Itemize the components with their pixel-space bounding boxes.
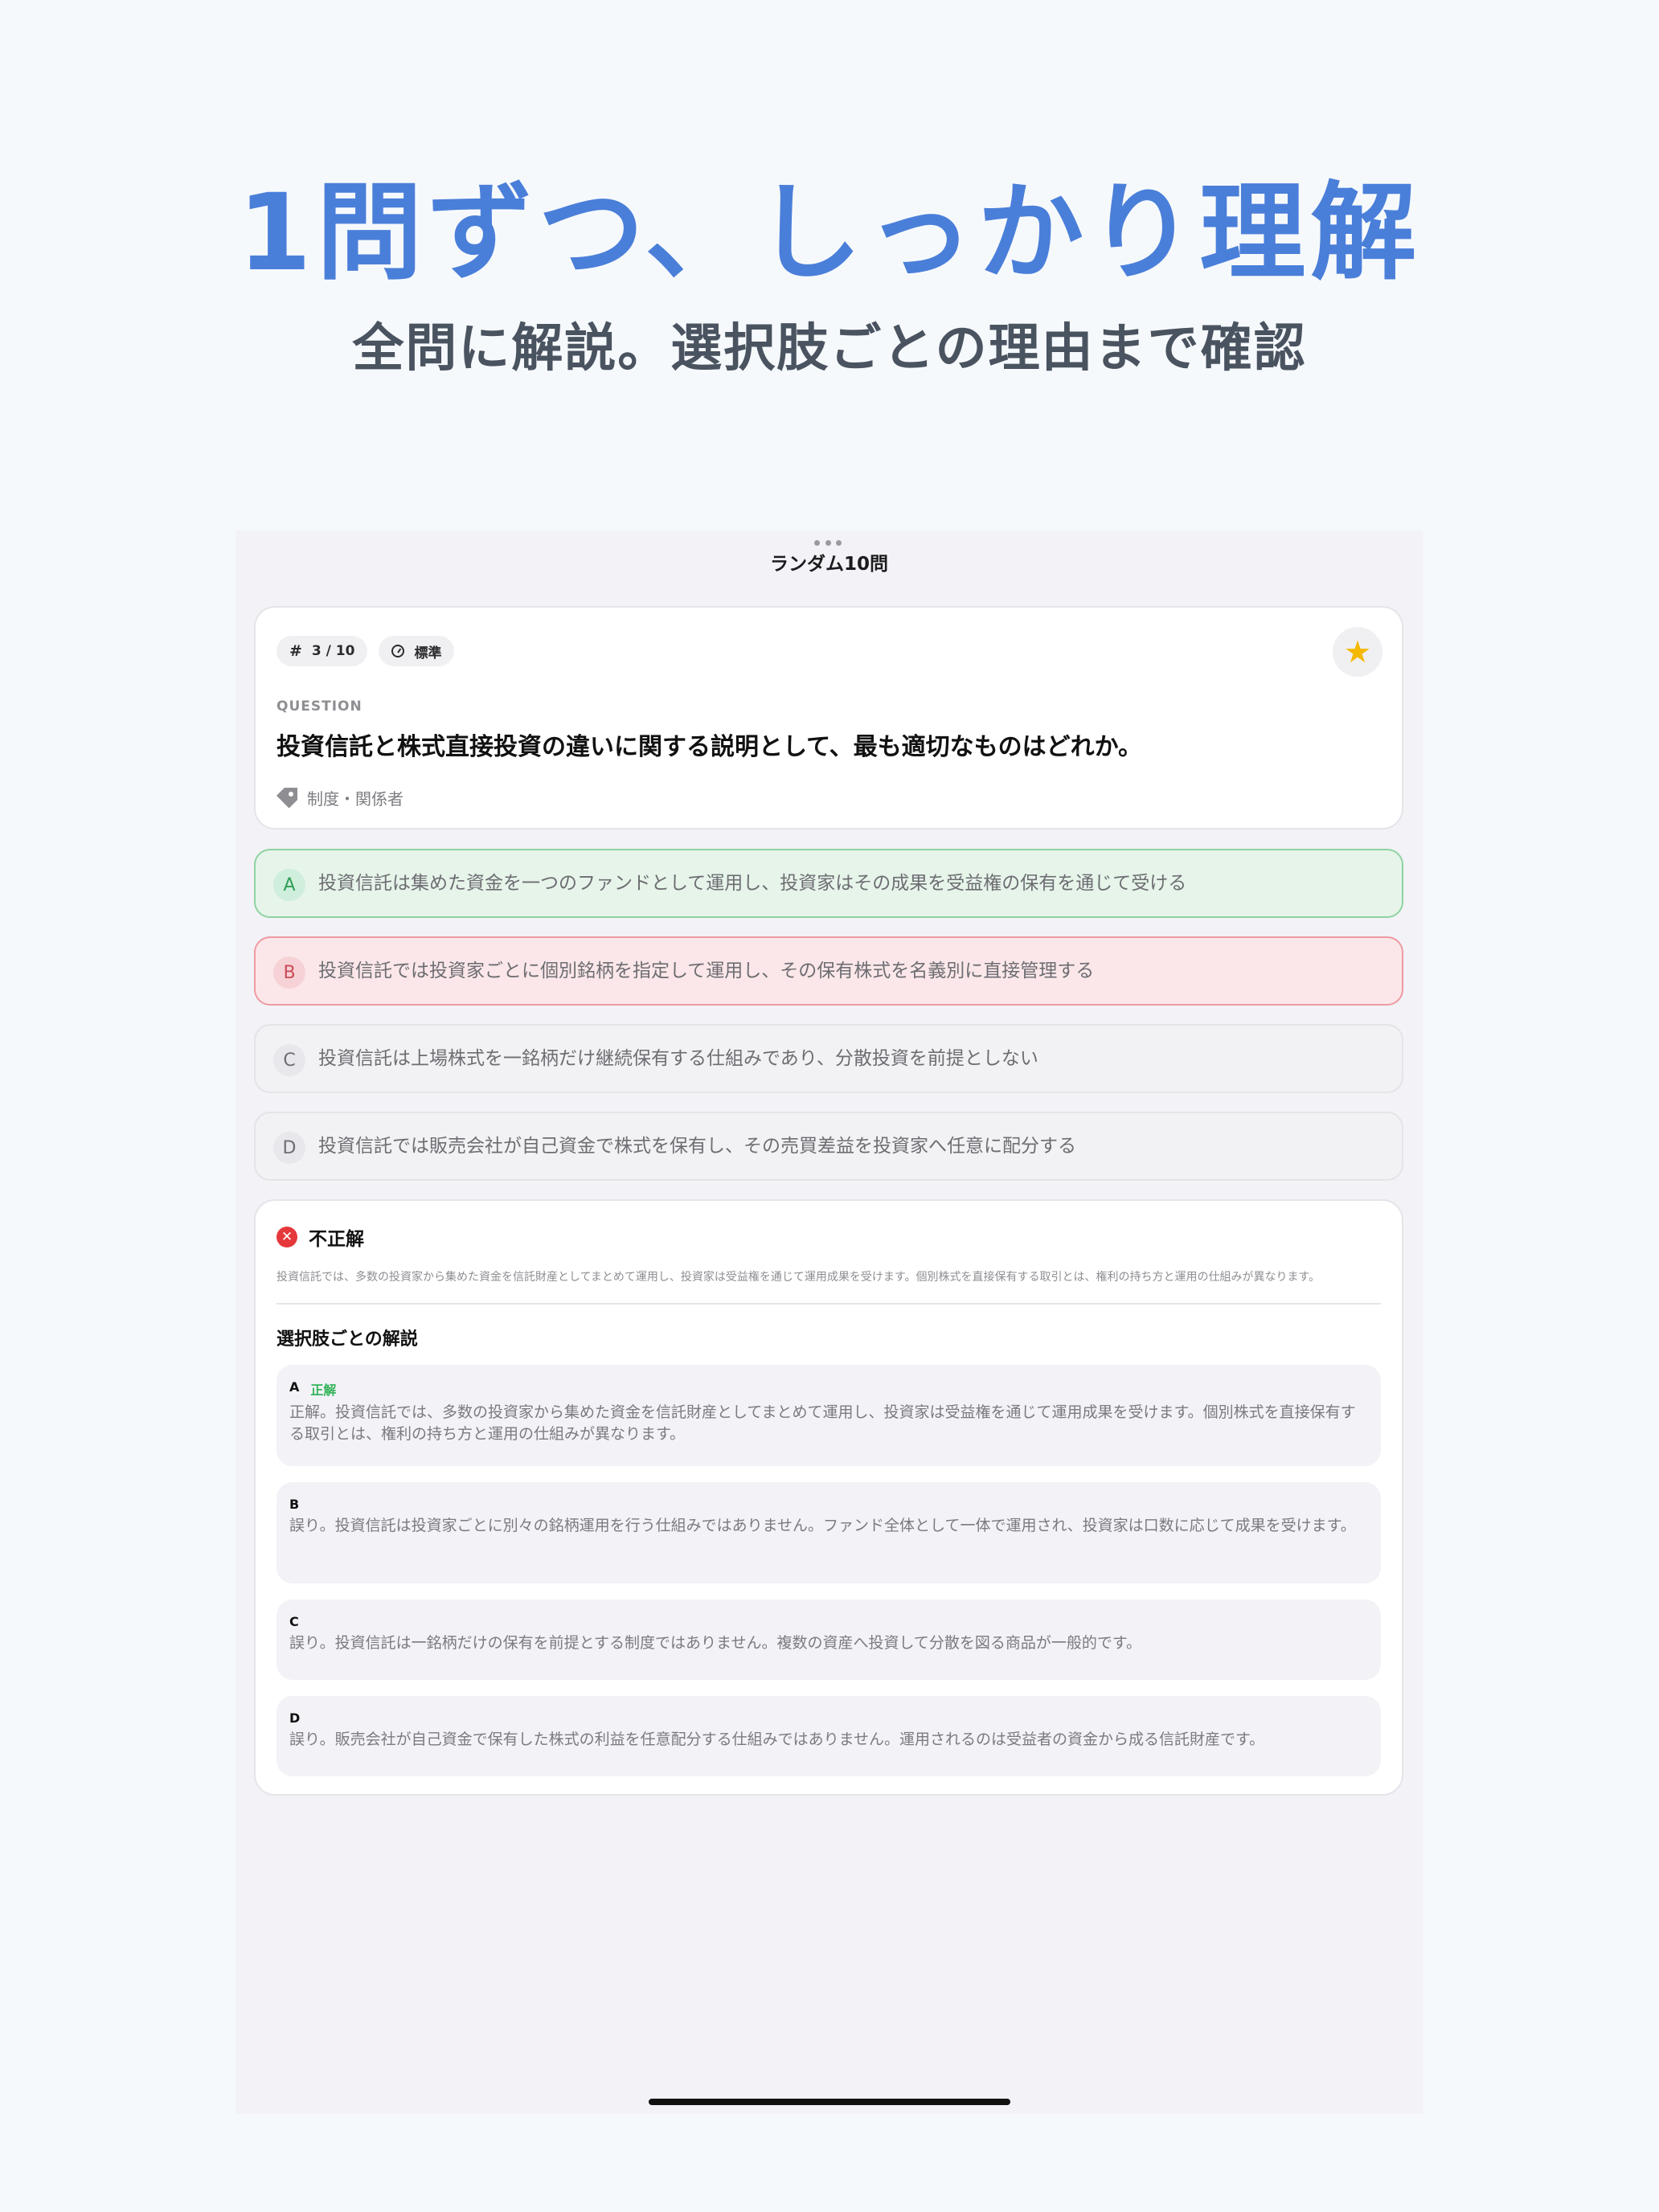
sheet-grabber[interactable] [814,540,842,547]
question-tag: 制度・関係者 [276,786,403,809]
choice-b[interactable]: B 投資信託では投資家ごとに個別銘柄を指定して運用し、その保有株式を名義別に直接… [254,936,1403,1006]
choice-letter: D [273,1132,305,1164]
choice-text: 投資信託では投資家ごとに個別銘柄を指定して運用し、その保有株式を名義別に直接管理… [318,961,1095,981]
question-text: 投資信託と株式直接投資の違いに関する説明として、最も適切なものはどれか。 [276,733,1142,761]
promo-headline: 1問ずつ、しっかり理解 [237,171,1422,295]
explanation-letter: C [289,1614,299,1629]
divider [276,1303,1381,1305]
explanation-text: 誤り。投資信託は投資家ごとに別々の銘柄運用を行う仕組みではありません。ファンド全… [289,1517,1356,1534]
explanation-item-b: B 誤り。投資信託は投資家ごとに別々の銘柄運用を行う仕組みではありません。ファン… [276,1482,1381,1583]
nav-title: ランダム10問 [769,554,888,575]
explanation-item-c: C 誤り。投資信託は一銘柄だけの保有を前提とする制度ではありません。複数の資産へ… [276,1600,1381,1680]
gauge-icon [391,645,405,657]
promo-subheadline: 全問に解説。選択肢ごとの理由まで確認 [352,319,1307,379]
difficulty-chip: 標準 [379,636,455,666]
explanation-card: ✕ 不正解 投資信託では、多数の投資家から集めた資金を信託財産としてまとめて運用… [254,1199,1403,1796]
choice-text: 投資信託では販売会社が自己資金で株式を保有し、その売買差益を投資家へ任意に配分す… [318,1136,1076,1157]
incorrect-icon: ✕ [276,1227,297,1247]
difficulty-label: 標準 [414,645,442,662]
explanation-item-a: A 正解 正解。投資信託では、多数の投資家から集めた資金を信託財産としてまとめて… [276,1365,1381,1466]
choice-letter: C [273,1044,305,1076]
explanation-item-d: D 誤り。販売会社が自己資金で保有した株式の利益を任意配分する仕組みではありませ… [276,1696,1381,1776]
explanation-text: 誤り。投資信託は一銘柄だけの保有を前提とする制度ではありません。複数の資産へ投資… [289,1634,1142,1652]
home-indicator [649,2099,1010,2105]
question-card: # 3 / 10 標準 ★ QUESTION 投資信託と株式直接投資の違いに関す… [254,606,1403,830]
explanation-text: 正解。投資信託では、多数の投資家から集めた資金を信託財産としてまとめて運用し、投… [289,1403,1356,1443]
choice-d[interactable]: D 投資信託では販売会社が自己資金で株式を保有し、その売買差益を投資家へ任意に配… [254,1112,1403,1181]
explanation-letter: D [289,1710,301,1726]
explanation-letter: A [289,1379,300,1395]
explanation-text: 誤り。販売会社が自己資金で保有した株式の利益を任意配分する仕組みではありません。… [289,1731,1265,1748]
star-icon: ★ [1343,634,1372,670]
question-tag-label: 制度・関係者 [307,789,403,809]
choice-letter: B [273,956,305,989]
result-row: ✕ 不正解 [276,1223,364,1251]
section-title: 選択肢ごとの解説 [276,1329,418,1350]
choice-a[interactable]: A 投資信託は集めた資金を一つのファンドとして運用し、投資家はその成果を受益権の… [254,849,1403,918]
choice-text: 投資信託は上場株式を一銘柄だけ継続保有する仕組みであり、分散投資を前提としない [318,1048,1038,1069]
result-label: 不正解 [309,1229,364,1250]
correct-badge: 正解 [310,1382,337,1398]
choice-c[interactable]: C 投資信託は上場株式を一銘柄だけ継続保有する仕組みであり、分散投資を前提としな… [254,1024,1403,1093]
question-label: QUESTION [276,698,363,715]
hash-icon: # [289,642,302,660]
question-number-chip: # 3 / 10 [276,636,368,666]
explanation-letter: B [289,1497,300,1512]
choice-letter: A [273,869,305,901]
explanation-summary: 投資信託では、多数の投資家から集めた資金を信託財産としてまとめて運用し、投資家は… [276,1271,1321,1284]
choice-text: 投資信託は集めた資金を一つのファンドとして運用し、投資家はその成果を受益権の保有… [318,873,1187,894]
app-screen: ランダム10問 # 3 / 10 標準 ★ QUESTION 投資信託と株式直接… [236,530,1423,2114]
favorite-button[interactable]: ★ [1333,627,1382,677]
tag-icon [276,787,297,809]
question-number: 3 / 10 [311,643,355,659]
